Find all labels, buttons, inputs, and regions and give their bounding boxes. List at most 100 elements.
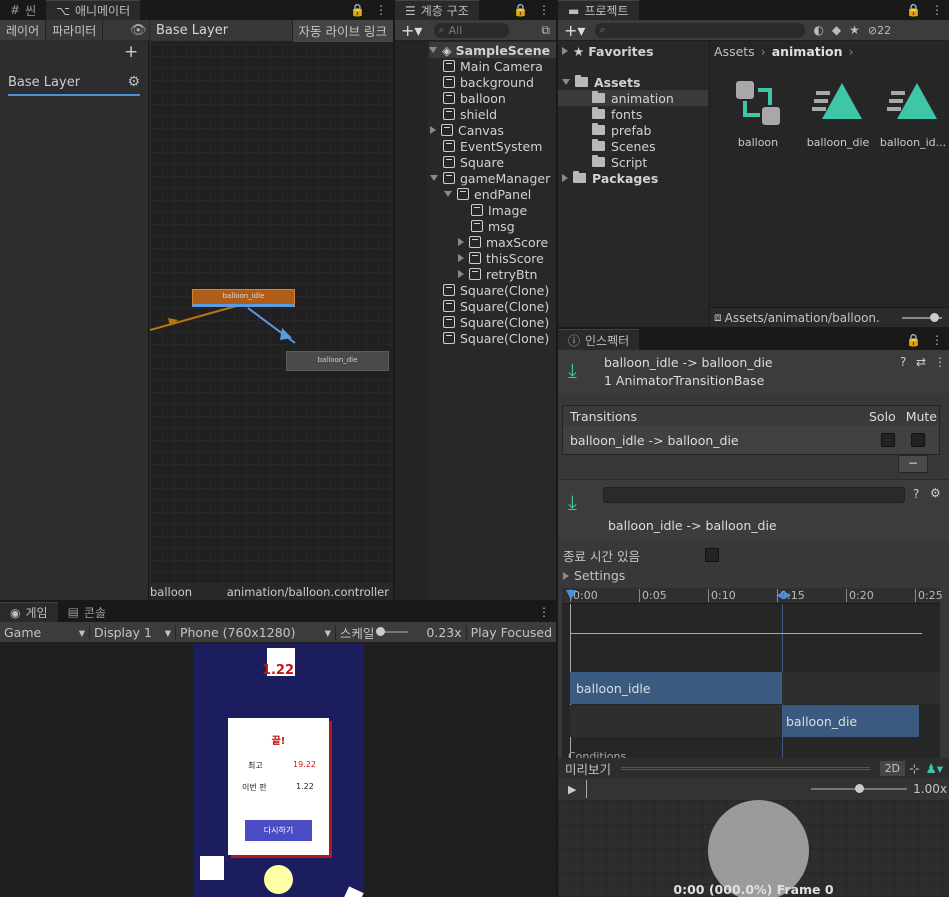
assets-row[interactable]: Assets — [562, 74, 640, 90]
display-dropdown[interactable]: Display 1 ▾ — [90, 624, 176, 640]
hierarchy-item[interactable]: EventSystem — [443, 138, 542, 154]
tab-animator[interactable]: ⌥ 애니메이터 — [46, 0, 141, 20]
gear-icon[interactable]: ⚙ — [930, 486, 941, 500]
expand-arrow-icon[interactable] — [458, 238, 464, 246]
tab-project[interactable]: ▬ 프로젝트 — [558, 0, 639, 20]
hierarchy-item[interactable]: shield — [443, 106, 497, 122]
kebab-menu-icon[interactable]: ⋮ — [375, 3, 387, 17]
game-viewport[interactable]: 1.22 끝! 최고 19.22 이번 판 1.22 다시하기 — [193, 644, 364, 897]
hierarchy-item[interactable]: background — [443, 74, 534, 90]
preview-2d-toggle[interactable]: 2D — [879, 760, 906, 776]
hidden-packages-icon[interactable]: ⊘22 — [868, 24, 891, 37]
hierarchy-item[interactable]: balloon — [443, 90, 506, 106]
add-object-button[interactable]: +▾ — [395, 21, 428, 40]
gear-icon[interactable]: ⚙ — [127, 74, 140, 90]
tab-hierarchy[interactable]: ☰ 계층 구조 — [395, 0, 479, 20]
expand-arrow-icon[interactable] — [458, 270, 464, 278]
asset-balloon-idle[interactable]: balloon_id... — [873, 77, 949, 149]
transition-row[interactable]: balloon_idle -> balloon_die — [563, 426, 939, 454]
speed-slider[interactable] — [811, 784, 908, 793]
retry-button[interactable]: 다시하기 — [245, 820, 312, 841]
hierarchy-search-input[interactable]: ⌕ All — [434, 22, 510, 38]
packages-row[interactable]: Packages — [562, 170, 658, 186]
lock-icon[interactable]: 🔒 — [513, 3, 528, 17]
hierarchy-item[interactable]: retryBtn — [458, 266, 537, 282]
exit-time-marker[interactable]: ◀▶ — [776, 590, 791, 602]
folder-item-prefab[interactable]: prefab — [558, 122, 708, 138]
project-search-input[interactable]: ⌕ — [595, 22, 806, 38]
hierarchy-item[interactable]: Canvas — [430, 122, 504, 138]
asset-balloon-controller[interactable]: balloon — [718, 77, 798, 149]
transition-name-input[interactable] — [603, 487, 905, 503]
hierarchy-item[interactable]: msg — [471, 218, 515, 234]
favorites-row[interactable]: ★ Favorites — [562, 43, 654, 59]
kebab-menu-icon[interactable]: ⋮ — [538, 605, 550, 619]
add-layer-button[interactable]: + — [124, 42, 138, 62]
clip-bar-balloon-idle[interactable]: balloon_idle — [570, 672, 782, 704]
pivot-icon[interactable]: ⊹ — [909, 761, 919, 776]
hierarchy-item[interactable]: maxScore — [458, 234, 548, 250]
scale-slider[interactable] — [376, 627, 409, 636]
eye-icon[interactable]: 👁 — [130, 23, 147, 38]
game-mode-dropdown[interactable]: Game ▾ — [0, 624, 90, 640]
folder-item-animation[interactable]: animation — [558, 90, 708, 106]
help-icon[interactable]: ? — [900, 355, 906, 369]
folder-item-scenes[interactable]: Scenes — [558, 138, 708, 154]
tab-scene[interactable]: # 씬 — [0, 0, 47, 20]
scene-row[interactable]: ◈ SampleScene — [429, 42, 556, 58]
expand-arrow-icon[interactable] — [430, 126, 436, 134]
remove-transition-button[interactable]: − — [898, 455, 928, 473]
hierarchy-item[interactable]: endPanel — [444, 186, 531, 202]
hierarchy-item[interactable]: Main Camera — [443, 58, 543, 74]
create-asset-button[interactable]: +▾ — [558, 21, 591, 40]
state-balloon-idle[interactable]: balloon_idle — [192, 289, 295, 307]
settings-foldout[interactable]: Settings — [563, 568, 625, 583]
tab-layers[interactable]: 레이어 — [0, 20, 47, 40]
lock-icon[interactable]: 🔒 — [906, 333, 921, 347]
hierarchy-item[interactable]: Square(Clone) — [443, 298, 549, 314]
folder-item-fonts[interactable]: fonts — [558, 106, 708, 122]
hierarchy-item[interactable]: Image — [471, 202, 527, 218]
hierarchy-item[interactable]: thisScore — [458, 250, 544, 266]
layer-item-base[interactable]: Base Layer ⚙ — [8, 70, 140, 96]
tab-inspector[interactable]: ⓘ 인스펙터 — [558, 329, 640, 350]
tab-parameters[interactable]: 파라미터 — [46, 20, 104, 40]
help-icon[interactable]: ? — [913, 487, 919, 501]
folder-item-script[interactable]: Script — [558, 154, 708, 170]
mute-checkbox[interactable] — [911, 433, 925, 447]
has-exit-time-checkbox[interactable] — [705, 548, 719, 562]
state-balloon-die[interactable]: balloon_die — [286, 351, 389, 371]
icon-size-slider[interactable] — [902, 312, 942, 322]
resolution-dropdown[interactable]: Phone (760x1280) ▾ — [176, 624, 336, 640]
scene-visibility-icon[interactable]: ⧉ — [541, 23, 556, 38]
star-filter-icon[interactable]: ★ — [849, 23, 860, 37]
lock-icon[interactable]: 🔒 — [906, 3, 921, 17]
solo-checkbox[interactable] — [881, 433, 895, 447]
hierarchy-item[interactable]: Square(Clone) — [443, 314, 549, 330]
hierarchy-item[interactable]: Square(Clone) — [443, 282, 549, 298]
avatar-icon[interactable]: ♟▾ — [926, 761, 943, 776]
preview-viewport[interactable]: 0:00 (000.0%) Frame 0 — [558, 800, 949, 897]
kebab-menu-icon[interactable]: ⋮ — [931, 3, 943, 17]
kebab-menu-icon[interactable]: ⋮ — [931, 333, 943, 347]
preset-icon[interactable]: ⇄ — [916, 355, 926, 369]
play-icon[interactable]: ▶ — [558, 783, 576, 796]
hierarchy-item[interactable]: Square(Clone) — [443, 330, 549, 346]
search-by-type-icon[interactable]: ◐ — [813, 23, 823, 37]
animator-graph[interactable]: 👁 Base Layer 자동 라이브 링크 balloon_idle ball… — [130, 19, 393, 583]
clip-bar-balloon-die[interactable]: balloon_die — [782, 705, 919, 737]
play-focused-dropdown[interactable]: Play Focused — [467, 625, 556, 640]
asset-balloon-die[interactable]: balloon_die — [798, 77, 878, 149]
expand-arrow-icon[interactable] — [458, 254, 464, 262]
tab-game[interactable]: ◉ 게임 — [0, 602, 58, 622]
hierarchy-item[interactable]: Square — [443, 154, 504, 170]
hierarchy-item[interactable]: gameManager — [430, 170, 550, 186]
expand-arrow-icon[interactable] — [429, 47, 437, 53]
collapse-arrow-icon[interactable] — [444, 191, 452, 197]
lock-icon[interactable]: 🔒 — [350, 3, 365, 17]
kebab-menu-icon[interactable]: ⋮ — [538, 3, 550, 17]
label-filter-icon[interactable]: ◆ — [832, 23, 841, 37]
tab-console[interactable]: ▤ 콘솔 — [57, 602, 117, 622]
transition-timeline[interactable]: 0:00 0:05 0:10 0:15 0:20 0:25 ◀▶ balloon_idle… — [562, 588, 943, 758]
collapse-arrow-icon[interactable] — [430, 175, 438, 181]
